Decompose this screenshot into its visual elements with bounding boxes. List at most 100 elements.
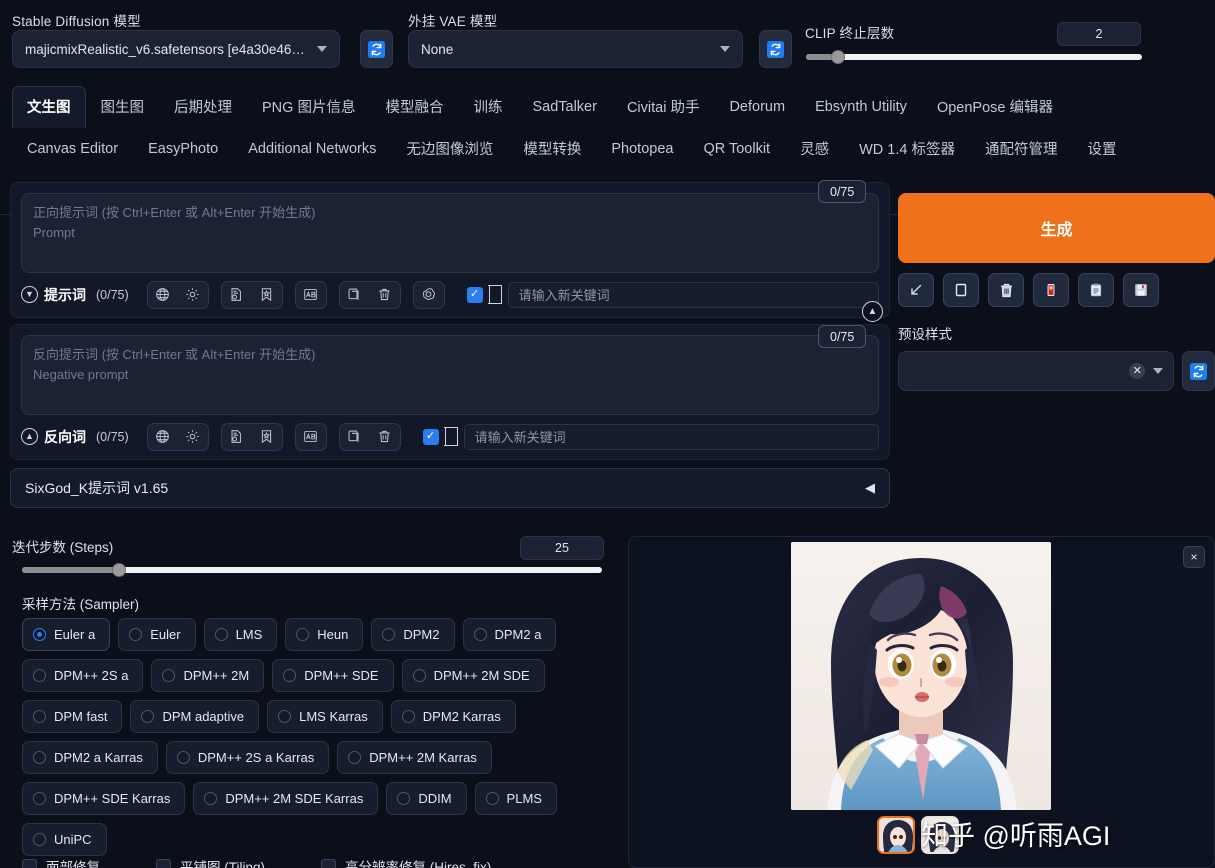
sampler-dpmpp-2m-sde[interactable]: DPM++ 2M SDE: [401, 659, 545, 692]
clip-skip-slider-thumb[interactable]: [831, 50, 845, 64]
trash-icon: [1000, 283, 1012, 297]
vae-refresh-button[interactable]: [759, 30, 792, 68]
generated-image[interactable]: [791, 542, 1051, 810]
tab-checkpoint-merger[interactable]: 模型融合: [370, 86, 458, 128]
negative-prompt-input[interactable]: 反向提示词 (按 Ctrl+Enter 或 Alt+Enter 开始生成) Ne…: [21, 335, 879, 415]
openai-icon[interactable]: [414, 282, 444, 308]
tab-txt2img[interactable]: 文生图: [12, 86, 86, 128]
sampler-lms[interactable]: LMS: [203, 618, 278, 651]
preset-style-refresh-button[interactable]: [1182, 351, 1215, 391]
clear-icon[interactable]: ✕: [1129, 363, 1146, 379]
steps-slider-thumb[interactable]: [112, 563, 126, 577]
negative-keyword-input[interactable]: 请输入新关键词: [463, 423, 879, 450]
document-settings-icon[interactable]: [222, 282, 252, 308]
sampler-dpm2-karras[interactable]: DPM2 Karras: [390, 700, 516, 733]
sampler-row-3: DPM fast DPM adaptive LMS Karras DPM2 Ka…: [22, 700, 622, 733]
preset-style-select[interactable]: ✕: [898, 351, 1175, 391]
positive-keyword-input[interactable]: 请输入新关键词: [507, 281, 879, 308]
save-style-button[interactable]: [1123, 273, 1159, 307]
tab-civitai-helper[interactable]: Civitai 助手: [612, 86, 715, 128]
vae-model-select[interactable]: None: [408, 30, 743, 68]
tab-wildcards-manager[interactable]: 通配符管理: [970, 128, 1073, 170]
sampler-dpmpp-2s-a[interactable]: DPM++ 2S a: [22, 659, 144, 692]
clip-skip-value[interactable]: 2: [1057, 22, 1141, 46]
negative-accordion-toggle[interactable]: ▲ 反向词 (0/75): [21, 427, 135, 447]
tab-inspiration[interactable]: 灵感: [785, 128, 844, 170]
generate-button[interactable]: 生成: [898, 193, 1215, 263]
clear-prompt-button[interactable]: [943, 273, 979, 307]
sampler-dpm-adaptive[interactable]: DPM adaptive: [130, 700, 260, 733]
sampler-dpm-fast[interactable]: DPM fast: [22, 700, 123, 733]
sampler-euler-a[interactable]: Euler a: [22, 618, 111, 651]
tab-canvas-editor[interactable]: Canvas Editor: [12, 131, 133, 168]
tab-easyphoto[interactable]: EasyPhoto: [133, 131, 233, 168]
sampler-heun[interactable]: Heun: [285, 618, 364, 651]
trash-icon[interactable]: [370, 424, 400, 450]
sampler-unipc[interactable]: UniPC: [22, 823, 107, 856]
sd-model-refresh-button[interactable]: [360, 30, 393, 68]
positive-keyword-checkbox[interactable]: ✓: [466, 286, 483, 303]
sampler-ddim[interactable]: DDIM: [386, 782, 467, 815]
tab-photopea[interactable]: Photopea: [596, 131, 688, 168]
globe-icon[interactable]: [148, 424, 178, 450]
clip-skip-slider[interactable]: [806, 54, 1142, 60]
paste-style-button[interactable]: [1078, 273, 1114, 307]
tab-train[interactable]: 训练: [458, 86, 517, 128]
read-generation-params-button[interactable]: [898, 273, 934, 307]
sampler-dpmpp-sde[interactable]: DPM++ SDE: [272, 659, 394, 692]
document-settings-icon[interactable]: [222, 424, 252, 450]
globe-icon[interactable]: [148, 282, 178, 308]
apply-style-button[interactable]: [1033, 273, 1069, 307]
sampler-dpmpp-2m-karras[interactable]: DPM++ 2M Karras: [337, 741, 492, 774]
restore-faces-checkbox[interactable]: 面部修复: [22, 856, 100, 868]
collapse-prompt-chevron-icon[interactable]: ▲: [862, 301, 883, 322]
gear-icon[interactable]: [178, 424, 208, 450]
sampler-euler[interactable]: Euler: [118, 618, 196, 651]
steps-value[interactable]: 25: [520, 536, 604, 560]
tab-extras[interactable]: 后期处理: [159, 86, 247, 128]
positive-keyword-row: ✓ 请输入新关键词: [466, 281, 879, 308]
sampler-dpmpp-sde-karras[interactable]: DPM++ SDE Karras: [22, 782, 186, 815]
sampler-dpmpp-2m[interactable]: DPM++ 2M: [151, 659, 265, 692]
sampler-dpm2[interactable]: DPM2: [371, 618, 455, 651]
tab-qr-toolkit[interactable]: QR Toolkit: [688, 131, 785, 168]
sampler-dpm2-a-karras[interactable]: DPM2 a Karras: [22, 741, 158, 774]
sixgod-prompt-accordion[interactable]: SixGod_K提示词 v1.65 ◀: [10, 468, 890, 508]
tab-openpose-editor[interactable]: OpenPose 编辑器: [922, 86, 1068, 128]
copy-icon[interactable]: [340, 424, 370, 450]
positive-accordion-toggle[interactable]: ▼ 提示词 (0/75): [21, 285, 135, 305]
tab-png-info[interactable]: PNG 图片信息: [247, 86, 370, 128]
negative-tool-group-edit: [338, 422, 401, 451]
tab-additional-networks[interactable]: Additional Networks: [233, 131, 391, 168]
sampler-dpm2-a[interactable]: DPM2 a: [462, 618, 557, 651]
ab-translate-icon[interactable]: [296, 424, 326, 450]
tab-img2img[interactable]: 图生图: [86, 86, 160, 128]
sampler-dpmpp-2m-sde-karras[interactable]: DPM++ 2M SDE Karras: [193, 782, 379, 815]
ab-translate-icon[interactable]: [296, 282, 326, 308]
positive-prompt-input[interactable]: 正向提示词 (按 Ctrl+Enter 或 Alt+Enter 开始生成) Pr…: [21, 193, 879, 273]
sampler-label-text: DPM++ 2M: [183, 668, 250, 683]
tab-infinite-image-browsing[interactable]: 无边图像浏览: [391, 128, 508, 170]
gear-icon[interactable]: [178, 282, 208, 308]
tiling-checkbox[interactable]: 平铺图 (Tiling): [156, 856, 265, 868]
copy-icon[interactable]: [340, 282, 370, 308]
clear-button[interactable]: [988, 273, 1024, 307]
tab-wd-tagger[interactable]: WD 1.4 标签器: [844, 128, 970, 170]
negative-keyword-checkbox[interactable]: ✓: [422, 428, 439, 445]
tab-sadtalker[interactable]: SadTalker: [517, 89, 611, 126]
tab-settings[interactable]: 设置: [1072, 128, 1131, 170]
bookmark-star-icon[interactable]: [252, 424, 282, 450]
sd-model-select[interactable]: majicmixRealistic_v6.safetensors [e4a30e…: [12, 30, 340, 68]
close-icon[interactable]: ×: [1183, 546, 1205, 568]
sampler-dpmpp-2s-a-karras[interactable]: DPM++ 2S a Karras: [165, 741, 330, 774]
tab-row-1: 文生图 图生图 后期处理 PNG 图片信息 模型融合 训练 SadTalker …: [12, 86, 1215, 128]
tab-deforum[interactable]: Deforum: [714, 89, 800, 126]
tab-model-converter[interactable]: 模型转换: [508, 128, 596, 170]
sampler-lms-karras[interactable]: LMS Karras: [267, 700, 383, 733]
trash-icon[interactable]: [370, 282, 400, 308]
bookmark-star-icon[interactable]: [252, 282, 282, 308]
tab-ebsynth-utility[interactable]: Ebsynth Utility: [800, 89, 922, 126]
sampler-plms[interactable]: PLMS: [474, 782, 557, 815]
hires-fix-checkbox[interactable]: 高分辨率修复 (Hires. fix): [321, 856, 491, 868]
gallery-thumbnail-1[interactable]: [877, 816, 915, 854]
